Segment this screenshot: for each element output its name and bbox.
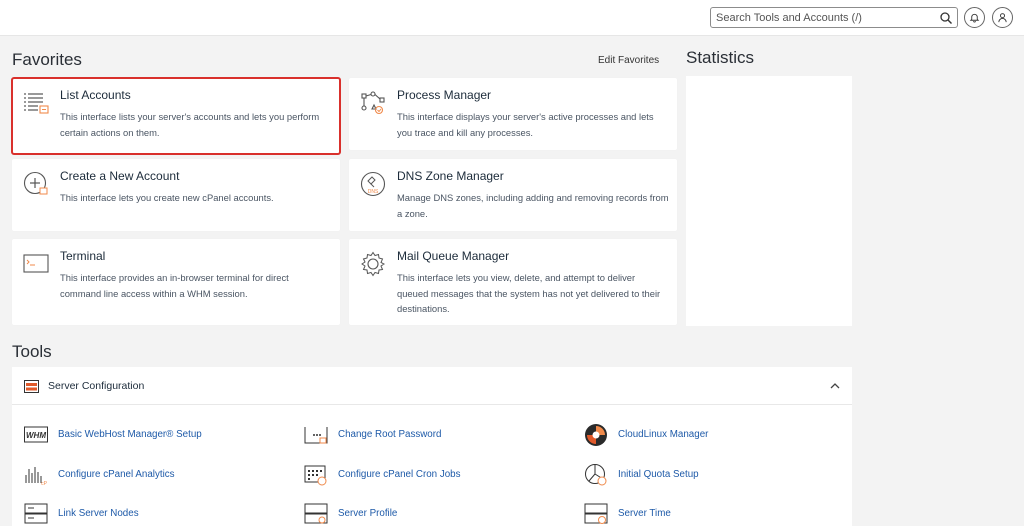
whm-icon: WHM: [24, 426, 48, 443]
tool-initial-quota-setup[interactable]: Initial Quota Setup: [584, 463, 834, 487]
favorite-card-list-accounts[interactable]: List Accounts This interface lists your …: [11, 77, 341, 155]
card-description: This interface displays your server's ac…: [397, 111, 654, 138]
card-description: This interface provides an in-browser te…: [60, 272, 289, 299]
favorites-title: Favorites: [12, 50, 82, 69]
favorite-card-create-account[interactable]: Create a New Account This interface lets…: [12, 159, 340, 231]
card-description: This interface lets you view, delete, an…: [397, 272, 661, 314]
dns-icon: DNS: [360, 171, 386, 197]
server-nodes-icon: [24, 503, 48, 524]
top-bar: [0, 0, 1024, 36]
analytics-icon: cP: [25, 467, 48, 487]
tool-configure-cpanel-analytics[interactable]: cP Configure cPanel Analytics: [24, 463, 274, 487]
edit-favorites-link[interactable]: Edit Favorites: [598, 55, 659, 66]
svg-text:DNS: DNS: [368, 189, 379, 195]
tool-cloudlinux-manager[interactable]: CloudLinux Manager: [584, 423, 834, 447]
favorite-card-terminal[interactable]: Terminal This interface provides an in-b…: [12, 239, 340, 325]
chevron-up-icon[interactable]: [830, 381, 840, 391]
tools-panel: Server Configuration WHM Basic WebHost M…: [12, 367, 852, 526]
password-icon: [304, 427, 328, 444]
terminal-icon: [23, 254, 49, 273]
card-description: Manage DNS zones, including adding and r…: [397, 192, 669, 219]
tool-basic-whm-setup[interactable]: WHM Basic WebHost Manager® Setup: [24, 423, 274, 447]
tool-label: Change Root Password: [338, 429, 442, 440]
tool-label: CloudLinux Manager: [618, 429, 709, 440]
user-menu-button[interactable]: [992, 7, 1013, 28]
card-description: This interface lists your server's accou…: [60, 111, 320, 138]
statistics-panel: [686, 76, 852, 326]
create-account-icon: [23, 171, 48, 195]
tool-configure-cpanel-cron-jobs[interactable]: Configure cPanel Cron Jobs: [304, 463, 554, 487]
favorite-card-mail-queue-manager[interactable]: Mail Queue Manager This interface lets y…: [349, 239, 677, 325]
server-time-icon: [584, 503, 608, 524]
card-title: List Accounts: [60, 88, 131, 102]
tool-label: Initial Quota Setup: [618, 469, 699, 480]
tool-label: Link Server Nodes: [58, 508, 139, 519]
statistics-title: Statistics: [686, 48, 755, 67]
card-description: This interface lets you create new cPane…: [60, 192, 274, 203]
tool-label: Configure cPanel Cron Jobs: [338, 469, 461, 480]
tool-link-server-nodes[interactable]: Link Server Nodes: [24, 502, 274, 526]
tools-title: Tools: [12, 342, 52, 361]
favorite-card-dns-zone-manager[interactable]: DNS DNS Zone Manager Manage DNS zones, i…: [349, 159, 677, 231]
server-configuration-header[interactable]: Server Configuration: [12, 367, 852, 405]
gear-icon: [361, 251, 385, 277]
search-icon[interactable]: [939, 11, 953, 25]
server-profile-icon: [304, 503, 328, 524]
notifications-button[interactable]: [964, 7, 985, 28]
tool-label: Basic WebHost Manager® Setup: [58, 429, 202, 440]
tool-label: Server Time: [618, 508, 671, 519]
card-title: Terminal: [60, 249, 106, 263]
tool-label: Server Profile: [338, 508, 398, 519]
process-manager-icon: [361, 91, 385, 115]
tool-label: Configure cPanel Analytics: [58, 469, 175, 480]
tool-change-root-password[interactable]: Change Root Password: [304, 423, 554, 447]
search-box[interactable]: [710, 7, 958, 28]
card-title: Create a New Account: [60, 169, 180, 183]
svg-text:cP: cP: [41, 481, 48, 487]
server-configuration-icon: [24, 380, 39, 393]
user-icon: [998, 13, 1007, 23]
tool-server-profile[interactable]: Server Profile: [304, 502, 554, 526]
list-accounts-icon: [24, 93, 49, 114]
card-title: Mail Queue Manager: [397, 249, 510, 263]
cloudlinux-icon: [585, 424, 607, 446]
tool-server-time[interactable]: Server Time: [584, 502, 834, 526]
card-title: Process Manager: [397, 88, 492, 102]
cron-icon: [304, 465, 327, 486]
svg-text:WHM: WHM: [26, 431, 46, 440]
group-title: Server Configuration: [48, 380, 145, 392]
card-title: DNS Zone Manager: [397, 169, 504, 183]
favorite-card-process-manager[interactable]: Process Manager This interface displays …: [349, 78, 677, 150]
search-input[interactable]: [711, 8, 931, 28]
quota-icon: [585, 464, 607, 486]
bell-icon: [969, 13, 980, 23]
